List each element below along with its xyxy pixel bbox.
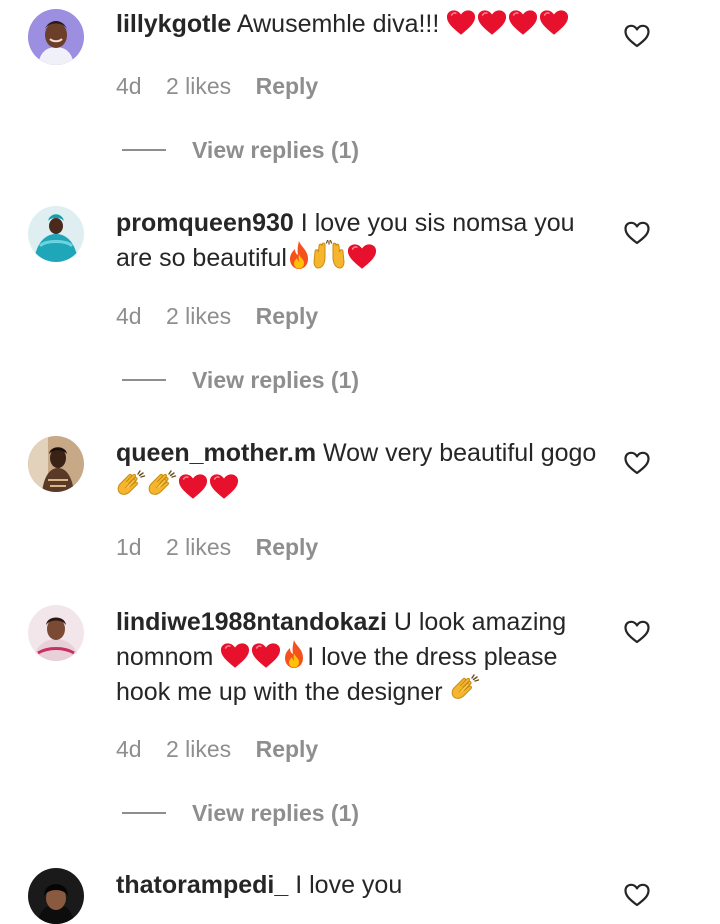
comment-likes[interactable]: 2 likes [166, 73, 231, 99]
reply-button[interactable]: Reply [256, 73, 319, 99]
reply-button[interactable]: Reply [256, 534, 319, 560]
red-heart-emoji [508, 9, 538, 36]
comment-username[interactable]: promqueen930 [116, 209, 294, 237]
reply-button[interactable]: Reply [256, 303, 319, 329]
comment-text: Wow very beautiful gogo [323, 439, 597, 467]
view-replies-button[interactable]: View replies (1) [192, 367, 359, 394]
red-heart-emoji [477, 9, 507, 36]
comment-username[interactable]: lindiwe1988ntandokazi [116, 608, 387, 636]
comment-username[interactable]: lillykgotle [116, 10, 231, 38]
replies-divider [122, 379, 166, 381]
comment-meta: 4d 2 likes Reply [116, 736, 336, 763]
comment-meta: 4d 2 likes Reply [116, 73, 336, 100]
comment-meta: 4d 2 likes Reply [116, 303, 336, 330]
comment-body: thatorampedi_ I love you [116, 868, 606, 902]
replies-divider [122, 812, 166, 814]
like-heart-icon[interactable] [624, 451, 650, 475]
avatar[interactable] [28, 605, 84, 661]
red-heart-emoji [178, 473, 208, 500]
raising-hands-emoji [312, 240, 346, 270]
clapping-hands-emoji [147, 470, 177, 500]
comment-body: lindiwe1988ntandokazi U look amazing nom… [116, 605, 606, 709]
comment-meta: 1d 2 likes Reply [116, 534, 336, 561]
reply-button[interactable]: Reply [256, 736, 319, 762]
avatar[interactable] [28, 206, 84, 262]
comment-username[interactable]: thatorampedi_ [116, 871, 288, 899]
comment-body: promqueen930 I love you sis nomsa you ar… [116, 206, 606, 275]
comment-body: lillykgotle Awusemhle diva!!! [116, 7, 606, 41]
comment-text: I love you [295, 871, 403, 899]
red-heart-emoji [220, 642, 250, 669]
comment-time: 4d [116, 736, 142, 762]
view-replies-button[interactable]: View replies (1) [192, 137, 359, 164]
view-replies[interactable]: View replies (1) [122, 135, 359, 165]
like-heart-icon[interactable] [624, 620, 650, 644]
avatar[interactable] [28, 436, 84, 492]
comment-likes[interactable]: 2 likes [166, 534, 231, 560]
like-heart-icon[interactable] [624, 221, 650, 245]
red-heart-emoji [347, 243, 377, 270]
comment-likes[interactable]: 2 likes [166, 736, 231, 762]
replies-divider [122, 149, 166, 151]
comment-time: 4d [116, 303, 142, 329]
view-replies-button[interactable]: View replies (1) [192, 800, 359, 827]
comment-likes[interactable]: 2 likes [166, 303, 231, 329]
fire-emoji [287, 240, 311, 270]
comment-time: 4d [116, 73, 142, 99]
comment-text: Awusemhle diva!!! [236, 10, 440, 38]
fire-emoji [282, 639, 306, 669]
clapping-hands-emoji [116, 470, 146, 500]
view-replies[interactable]: View replies (1) [122, 798, 359, 828]
view-replies[interactable]: View replies (1) [122, 365, 359, 395]
red-heart-emoji [539, 9, 569, 36]
red-heart-emoji [251, 642, 281, 669]
clapping-hands-emoji [450, 674, 480, 704]
red-heart-emoji [209, 473, 239, 500]
avatar[interactable] [28, 868, 84, 924]
red-heart-emoji [446, 9, 476, 36]
comment-username[interactable]: queen_mother.m [116, 439, 316, 467]
like-heart-icon[interactable] [624, 24, 650, 48]
comment-time: 1d [116, 534, 142, 560]
comment-body: queen_mother.m Wow very beautiful gogo [116, 436, 606, 505]
avatar[interactable] [28, 9, 84, 65]
like-heart-icon[interactable] [624, 883, 650, 907]
